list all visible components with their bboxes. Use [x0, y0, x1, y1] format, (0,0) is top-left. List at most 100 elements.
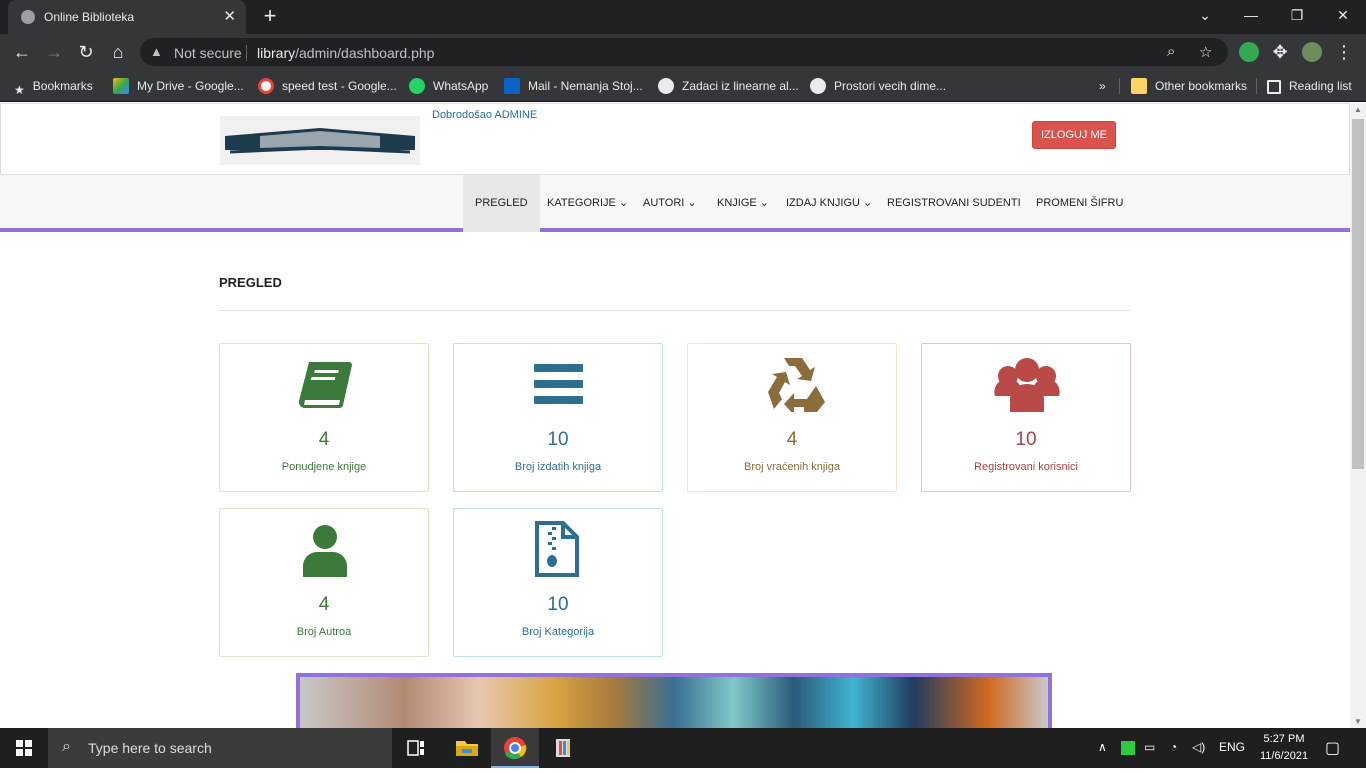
chevron-down-icon: ⌄: [687, 197, 697, 209]
reload-icon[interactable]: ↻: [74, 40, 98, 64]
stat-label: Broj izdatih knjiga: [514, 461, 602, 473]
browser-tab[interactable]: Online Biblioteka ✕: [8, 0, 246, 34]
browser-tab-strip: Online Biblioteka ✕ + ⌄ — ❐ ✕: [0, 0, 1366, 34]
page-title: PREGLED: [219, 275, 282, 290]
page-scrollbar[interactable]: ▲ ▼: [1350, 103, 1366, 728]
bookshelf-banner-image: [296, 673, 1052, 728]
search-placeholder: Type here to search: [88, 740, 212, 756]
user-icon: [220, 521, 428, 580]
bookmark-item[interactable]: ★ Bookmarks: [14, 77, 93, 97]
bookmark-item[interactable]: Zadaci iz linearne al...: [658, 77, 799, 95]
menu-item-pregled[interactable]: PREGLED: [463, 175, 540, 232]
stat-label: Broj Kategorija: [521, 626, 595, 638]
stat-card-authors[interactable]: 4 Broj Autroa: [219, 508, 429, 657]
wifi-icon[interactable]: ◔: [1170, 740, 1177, 754]
menu-item-registrovani-sudenti[interactable]: REGISTROVANI SUDENTI: [875, 175, 1033, 232]
library-logo[interactable]: [220, 116, 420, 165]
globe-icon: [658, 78, 674, 94]
stat-label: Broj Autroa: [296, 626, 352, 638]
stat-value: 4: [318, 429, 330, 450]
language-indicator[interactable]: ENG: [1219, 740, 1245, 754]
separator: [1256, 78, 1257, 94]
menu-kebab-icon[interactable]: ⋮: [1332, 40, 1356, 64]
stat-card-registered-users[interactable]: 10 Registrovani korisnici: [921, 343, 1131, 492]
stat-label: Broj vraćenih knjiga: [744, 461, 840, 473]
paint-app-icon[interactable]: [540, 728, 588, 768]
zoom-icon[interactable]: ⌕: [1167, 43, 1175, 60]
app-tray-icon[interactable]: [1121, 741, 1135, 755]
other-bookmarks[interactable]: Other bookmarks: [1131, 77, 1247, 95]
scrollbar-thumb[interactable]: [1352, 119, 1364, 469]
close-tab-icon[interactable]: ✕: [223, 7, 236, 25]
windows-start-button[interactable]: [0, 728, 48, 768]
bookmark-item[interactable]: My Drive - Google...: [113, 77, 244, 95]
reading-list-icon: [1267, 80, 1281, 94]
extensions-puzzle-icon[interactable]: ✥: [1268, 40, 1292, 64]
bookmark-item[interactable]: WhatsApp: [409, 77, 488, 95]
back-icon[interactable]: ←: [10, 40, 34, 64]
chevron-down-icon: ⌄: [759, 197, 770, 209]
scroll-down-icon[interactable]: ▼: [1354, 717, 1362, 726]
menu-item-autori[interactable]: AUTORI ⌄: [631, 175, 709, 232]
drive-icon: [113, 78, 129, 94]
scroll-up-icon[interactable]: ▲: [1354, 105, 1362, 114]
outlook-icon: [504, 78, 520, 94]
web-page: Dobrodošao ADMINE IZLOGUJ ME PREGLED KAT…: [0, 103, 1350, 728]
task-view-icon[interactable]: [392, 728, 440, 768]
notifications-icon[interactable]: ▢: [1325, 738, 1340, 758]
home-icon[interactable]: ⌂: [106, 40, 130, 64]
reading-list[interactable]: Reading list: [1267, 77, 1352, 95]
stat-card-issued-books[interactable]: 10 Broj izdatih knjiga: [453, 343, 663, 492]
welcome-text: Dobrodošao ADMINE: [432, 109, 538, 121]
stat-card-categories[interactable]: 10 Broj Kategorija: [453, 508, 663, 657]
star-icon: ★: [14, 83, 25, 97]
stat-label: Ponudjene knjige: [281, 461, 367, 473]
close-window-button[interactable]: ✕: [1320, 0, 1366, 30]
stat-value: 4: [786, 429, 798, 450]
windows-taskbar: ⌕ Type here to search ∧ ▭ ◔ ◁) ENG 5:27 …: [0, 728, 1366, 768]
new-tab-button[interactable]: +: [258, 5, 282, 29]
book-icon: [220, 356, 428, 412]
menu-item-izdaj-knjigu[interactable]: IZDAJ KNJIGU ⌄: [774, 175, 884, 232]
url-text: library/admin/dashboard.php: [257, 45, 435, 61]
stat-card-books-offered[interactable]: 4 Ponudjene knjige: [219, 343, 429, 492]
tab-title: Online Biblioteka: [44, 10, 135, 24]
menu-item-knjige[interactable]: KNJIGE ⌄: [705, 175, 781, 232]
stat-card-returned-books[interactable]: 4 Broj vraćenih knjiga: [687, 343, 897, 492]
minimize-button[interactable]: —: [1228, 0, 1274, 30]
menu-item-kategorije[interactable]: KATEGORIJE ⌄: [535, 175, 640, 232]
bookmark-star-icon[interactable]: ☆: [1199, 43, 1212, 61]
more-bookmarks-button[interactable]: »: [1099, 77, 1106, 95]
battery-icon[interactable]: ▭: [1144, 740, 1155, 754]
divider: [219, 310, 1131, 311]
logout-button[interactable]: IZLOGUJ ME: [1032, 121, 1116, 149]
taskbar-search-box[interactable]: ⌕ Type here to search: [48, 728, 392, 768]
chevron-down-icon: ⌄: [618, 197, 629, 209]
recycle-icon: [688, 356, 896, 415]
not-secure-label: Not secure: [174, 45, 242, 61]
show-hidden-icons[interactable]: ∧: [1098, 740, 1107, 754]
bars-icon: [454, 356, 662, 412]
address-bar[interactable]: ▲ Not secure library/admin/dashboard.php…: [140, 38, 1228, 66]
bookmark-item[interactable]: Mail - Nemanja Stoj...: [504, 77, 643, 95]
file-explorer-icon[interactable]: [443, 728, 491, 768]
menu-item-promeni-sifru[interactable]: PROMENI ŠIFRU: [1024, 175, 1135, 232]
folder-icon: [1131, 78, 1147, 94]
google-icon: [258, 78, 274, 94]
chrome-taskbar-icon[interactable]: [491, 728, 539, 768]
tab-search-icon[interactable]: ⌄: [1182, 0, 1228, 30]
main-menu: PREGLED KATEGORIJE ⌄ AUTORI ⌄ KNJIGE ⌄ I…: [0, 175, 1350, 232]
stat-label: Registrovani korisnici: [974, 461, 1078, 473]
bookmark-item[interactable]: speed test - Google...: [258, 77, 397, 95]
separator: [1119, 78, 1120, 94]
shield-extension-icon[interactable]: [1239, 42, 1259, 62]
stat-value: 10: [547, 594, 569, 615]
forward-icon[interactable]: →: [42, 40, 66, 64]
globe-icon: [21, 10, 35, 24]
search-icon: ⌕: [62, 738, 71, 755]
taskbar-clock[interactable]: 5:27 PM 11/6/2021: [1252, 731, 1316, 765]
volume-icon[interactable]: ◁): [1192, 740, 1205, 754]
bookmark-item[interactable]: Prostori vecih dime...: [810, 77, 946, 95]
restore-button[interactable]: ❐: [1274, 0, 1320, 30]
profile-avatar[interactable]: [1302, 42, 1322, 62]
